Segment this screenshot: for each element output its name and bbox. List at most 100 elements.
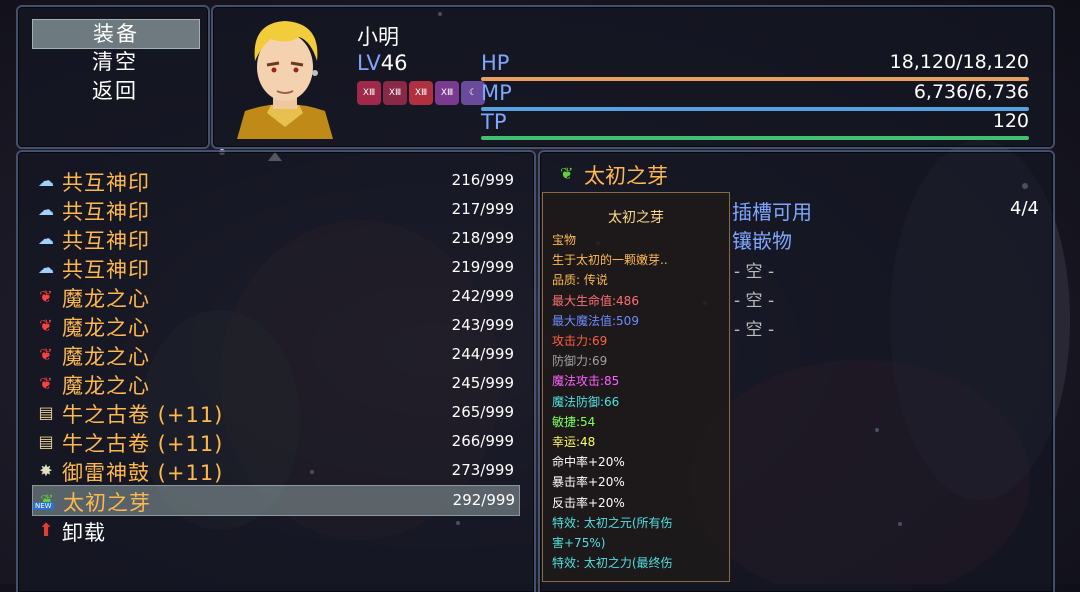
inlay-slot-1[interactable]: - 空 -	[734, 257, 774, 282]
tp-bar	[481, 136, 1029, 140]
item-count: 216/999	[451, 171, 514, 189]
arrow-up-icon: ⬆	[38, 520, 54, 541]
item-name: 魔龙之心	[62, 374, 150, 398]
item-count: 243/999	[451, 316, 514, 334]
state-icons: ⅩⅢ ⅩⅢ ⅩⅢ ⅩⅢ ☾	[357, 81, 485, 105]
tooltip-line: 品质: 传说	[552, 273, 608, 288]
item-count: 242/999	[451, 287, 514, 305]
item-count: 273/999	[451, 461, 514, 479]
item-name: 太初之芽	[63, 491, 151, 515]
tooltip-line: 命中率+20%	[552, 455, 625, 470]
tooltip-line: 幸运:48	[552, 435, 596, 449]
item-row[interactable]: ☁ 共互神印 216/999	[32, 166, 518, 195]
tooltip-line: 暴击率+20%	[552, 475, 625, 490]
unequip-button[interactable]: ⬆ 卸载	[32, 516, 518, 545]
tooltip-line: 反击率+20%	[552, 495, 625, 510]
item-name: 共互神印	[62, 258, 150, 282]
tooltip-line: 特效: 太初之元(所有伤	[552, 515, 673, 530]
item-row[interactable]: ❦ 魔龙之心 243/999	[32, 311, 518, 340]
item-row[interactable]: ❦ 魔龙之心 245/999	[32, 369, 518, 398]
item-name: 魔龙之心	[62, 345, 150, 369]
tooltip-line: 宝物	[552, 233, 577, 247]
seal-icon: ☁	[38, 229, 54, 248]
item-detail-title: 太初之芽	[584, 164, 668, 188]
unequip-label: 卸载	[62, 521, 106, 545]
state-icon-1: ⅩⅢ	[357, 81, 381, 105]
seal-icon: ☁	[38, 200, 54, 219]
item-row[interactable]: ✸ 御雷神鼓 (+11) 273/999	[32, 456, 518, 485]
tooltip-line: 攻击力:69	[552, 334, 608, 348]
tooltip-line: 最大魔法值:509	[552, 313, 639, 328]
item-row[interactable]: ☁ 共互神印 219/999	[32, 253, 518, 282]
dragon-heart-icon: ❦	[39, 374, 53, 393]
item-count: 266/999	[451, 432, 514, 450]
item-list-window: ☁ 共互神印 216/999 ☁ 共互神印 217/999 ☁ 共互神印 218/999 ☁ 共互神…	[16, 150, 536, 592]
actor-level: LV46	[357, 51, 408, 75]
tooltip-line: 魔法攻击:85	[552, 374, 620, 389]
drum-icon: ✸	[39, 461, 53, 480]
hp-label: HP	[481, 51, 510, 75]
item-row[interactable]: ☁ 共互神印 217/999	[32, 195, 518, 224]
item-count: 292/999	[452, 491, 515, 509]
item-name: 牛之古卷 (+11)	[62, 432, 224, 456]
mp-value: 6,736/6,736	[913, 81, 1029, 103]
item-count: 245/999	[451, 374, 514, 392]
scroll-icon: ▤	[38, 432, 54, 451]
clear-command[interactable]: 清空	[32, 48, 198, 76]
actor-portrait	[237, 21, 333, 139]
hp-value: 18,120/18,120	[889, 51, 1029, 73]
tp-label: TP	[481, 110, 507, 134]
seal-icon: ☁	[38, 258, 54, 277]
scroll-icon: ▤	[38, 403, 54, 422]
new-badge: NEW	[33, 502, 54, 510]
tooltip-line: 害+75%)	[552, 536, 606, 550]
item-count: 265/999	[451, 403, 514, 421]
item-row[interactable]: ❦ 魔龙之心 242/999	[32, 282, 518, 311]
item-count: 219/999	[451, 258, 514, 276]
equip-command[interactable]: 装备	[32, 19, 200, 49]
dragon-heart-icon: ❦	[39, 287, 53, 306]
inlay-label: 镶嵌物	[732, 229, 792, 253]
item-count: 218/999	[451, 229, 514, 247]
item-row[interactable]: ❦ NEW 太初之芽 292/999	[32, 485, 520, 516]
state-icon-4: ⅩⅢ	[435, 81, 459, 105]
state-icon-3: ⅩⅢ	[409, 81, 433, 105]
item-count: 244/999	[451, 345, 514, 363]
item-row[interactable]: ❦ 魔龙之心 244/999	[32, 340, 518, 369]
tooltip-line: 魔法防御:66	[552, 394, 620, 409]
item-count: 217/999	[451, 200, 514, 218]
actor-name: 小明	[357, 25, 399, 49]
item-row[interactable]: ▤ 牛之古卷 (+11) 266/999	[32, 427, 518, 456]
item-name: 共互神印	[62, 229, 150, 253]
item-name: 共互神印	[62, 200, 150, 224]
tooltip-title: 太初之芽	[608, 210, 664, 226]
tp-gauge: TP 120	[481, 110, 1029, 140]
level-label: LV	[357, 51, 381, 75]
inlay-slot-2[interactable]: - 空 -	[734, 286, 774, 311]
seal-icon: ☁	[38, 171, 54, 190]
tooltip-line: 防御力:69	[552, 354, 608, 369]
dragon-heart-icon: ❦	[39, 316, 53, 335]
item-name: 魔龙之心	[62, 316, 150, 340]
sprout-icon: ❦	[560, 164, 574, 183]
slots-available-label: 插槽可用	[732, 200, 812, 224]
item-row[interactable]: ▤ 牛之古卷 (+11) 265/999	[32, 398, 518, 427]
tooltip-line: 最大生命值:486	[552, 293, 639, 308]
tooltip-line: 生于太初的一颗嫩芽..	[552, 253, 668, 268]
mp-label: MP	[481, 81, 512, 105]
item-row[interactable]: ☁ 共互神印 218/999	[32, 224, 518, 253]
hp-gauge: HP 18,120/18,120	[481, 51, 1029, 81]
state-icon-2: ⅩⅢ	[383, 81, 407, 105]
slots-available-value: 4/4	[1010, 198, 1039, 219]
item-name: 御雷神鼓 (+11)	[62, 461, 224, 485]
back-command[interactable]: 返回	[32, 77, 198, 105]
tp-value: 120	[992, 110, 1029, 132]
item-name: 牛之古卷 (+11)	[62, 403, 224, 427]
item-name: 魔龙之心	[62, 287, 150, 311]
actor-status-window: 小明 LV46 ⅩⅢ ⅩⅢ ⅩⅢ ⅩⅢ ☾ HP 18,120/18,120 M…	[211, 5, 1055, 149]
command-window: 装备 清空 返回	[16, 5, 210, 149]
item-tooltip: 太初之芽宝物生于太初的一颗嫩芽.. 品质: 传说最大生命值:486 最大魔法值:50…	[542, 192, 730, 582]
inlay-slot-3[interactable]: - 空 -	[734, 315, 774, 340]
tooltip-line: 敏捷:54	[552, 414, 596, 429]
item-name: 共互神印	[62, 171, 150, 195]
